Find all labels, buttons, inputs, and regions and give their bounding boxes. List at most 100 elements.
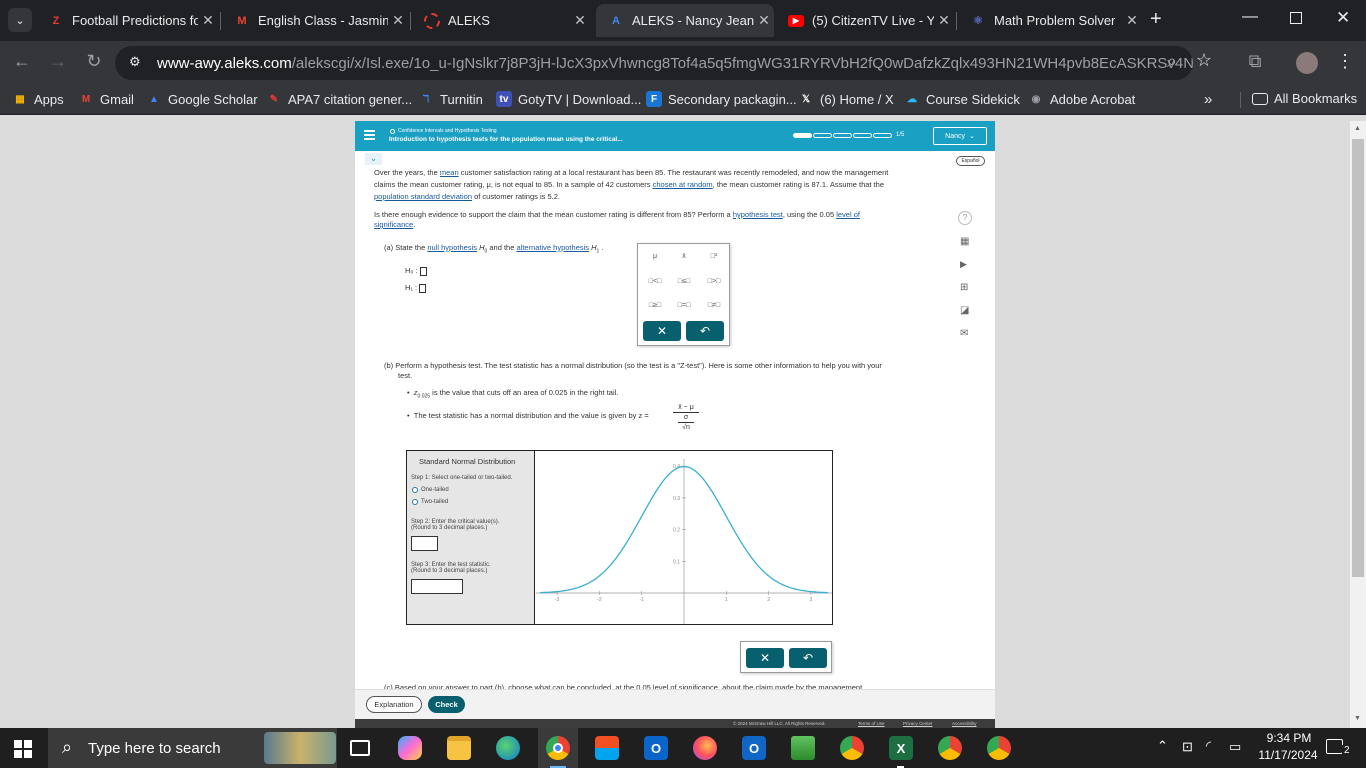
close-icon[interactable]: ✕: [198, 12, 218, 29]
firefox-icon[interactable]: [693, 736, 717, 760]
taskbar-search[interactable]: ⌕ Type here to search: [48, 728, 337, 768]
level-of-significance-link[interactable]: level of: [836, 210, 860, 219]
chrome-profile-3-icon[interactable]: [987, 736, 1011, 760]
scroll-down-icon[interactable]: ▼: [1354, 715, 1361, 722]
restore-button[interactable]: [1290, 12, 1302, 24]
bookmark-apa7[interactable]: ✎ APA7 citation gener...: [266, 91, 412, 107]
mu-button[interactable]: μ: [643, 248, 667, 264]
menu-icon[interactable]: ⋮: [1333, 51, 1357, 72]
bookmark-star-icon[interactable]: ☆: [1192, 50, 1216, 71]
scroll-up-icon[interactable]: ▲: [1354, 125, 1361, 132]
bookmark-course-sidekick[interactable]: ☁ Course Sidekick: [904, 91, 1020, 107]
critical-value-input[interactable]: [411, 536, 438, 551]
bookmark-google-scholar[interactable]: ▲ Google Scholar: [146, 91, 258, 107]
test-statistic-input[interactable]: [411, 579, 463, 594]
reload-icon[interactable]: ↻: [82, 51, 106, 72]
task-view-icon[interactable]: [350, 740, 370, 756]
collapse-header-button[interactable]: ⌄: [365, 153, 382, 165]
page-scrollbar[interactable]: ▲ ▼: [1350, 121, 1366, 728]
check-button[interactable]: Check: [428, 696, 465, 713]
radio-one-tailed[interactable]: [412, 487, 418, 493]
battery-icon[interactable]: ▭: [1229, 739, 1241, 755]
outlook-new-icon[interactable]: O: [742, 736, 766, 760]
graph-clear-button[interactable]: ✕: [746, 648, 784, 668]
one-tailed-option[interactable]: One-tailed: [412, 487, 449, 493]
all-bookmarks-button[interactable]: All Bookmarks: [1252, 91, 1357, 106]
forward-icon[interactable]: →: [46, 51, 70, 72]
radio-two-tailed[interactable]: [412, 499, 418, 505]
tab-aleks-nancy[interactable]: A ALEKS - Nancy Jean-C ✕: [596, 4, 774, 37]
bookmarks-overflow-button[interactable]: »: [1204, 91, 1212, 108]
less-equal-button[interactable]: □≤□: [672, 273, 696, 289]
tab-english-class[interactable]: M English Class - Jasmin ✕: [222, 4, 408, 37]
edge-icon[interactable]: [496, 736, 520, 760]
population-sd-link[interactable]: population standard deviation: [374, 192, 472, 201]
less-than-button[interactable]: □<□: [643, 273, 667, 289]
site-info-icon[interactable]: ⚙: [129, 54, 141, 70]
close-icon[interactable]: ✕: [754, 12, 774, 29]
mail-icon[interactable]: ✉: [960, 328, 968, 339]
terms-link[interactable]: Terms of Use: [858, 719, 885, 728]
tab-football[interactable]: Z Football Predictions fo ✕: [36, 4, 218, 37]
xbar-button[interactable]: x̄: [672, 248, 696, 264]
close-icon[interactable]: ✕: [570, 12, 590, 29]
green-app-icon[interactable]: [791, 736, 815, 760]
help-icon[interactable]: ?: [958, 211, 972, 225]
hypothesis-test-link[interactable]: hypothesis test: [733, 210, 783, 219]
mean-link[interactable]: mean: [440, 168, 459, 177]
not-equal-button[interactable]: □≠□: [702, 297, 726, 313]
clock-date[interactable]: 11/17/2024: [1250, 748, 1326, 762]
meet-icon[interactable]: ⊡: [1182, 739, 1193, 755]
palette-undo-button[interactable]: ↶: [686, 321, 724, 341]
greater-equal-button[interactable]: □≥□: [643, 297, 667, 313]
chrome-profile-2-icon[interactable]: [938, 736, 962, 760]
equal-button[interactable]: □=□: [672, 297, 696, 313]
tab-citizentv[interactable]: ▶ (5) CitizenTV Live - Yo ✕: [776, 4, 954, 37]
privacy-link[interactable]: Privacy Center: [903, 719, 933, 728]
calculator-icon[interactable]: ▦: [960, 236, 969, 247]
tab-aleks[interactable]: ALEKS ✕: [412, 4, 590, 37]
chart-icon[interactable]: ◪: [960, 305, 969, 316]
back-icon[interactable]: ←: [10, 51, 34, 72]
bookmark-secondary-packaging[interactable]: F Secondary packagin...: [646, 91, 797, 107]
tab-math-solver[interactable]: ⚛ Math Problem Solver ✕: [958, 4, 1142, 37]
superscript-button[interactable]: □²: [702, 248, 726, 264]
clock-time[interactable]: 9:34 PM: [1258, 731, 1320, 745]
table-icon[interactable]: ⊞: [960, 282, 968, 293]
minimize-button[interactable]: —: [1242, 8, 1258, 26]
h1-answer-box[interactable]: [419, 283, 427, 293]
bookmark-adobe-acrobat[interactable]: ◉ Adobe Acrobat: [1028, 91, 1136, 107]
accessibility-link[interactable]: Accessibility: [952, 719, 977, 728]
close-window-button[interactable]: ✕: [1336, 8, 1350, 28]
greater-than-button[interactable]: □>□: [702, 273, 726, 289]
chrome-profile-icon[interactable]: [840, 736, 864, 760]
level-of-significance-link-2[interactable]: significance: [374, 220, 413, 229]
close-icon[interactable]: ✕: [934, 12, 954, 29]
bookmark-apps[interactable]: ▦ Apps: [12, 91, 63, 107]
palette-clear-button[interactable]: ✕: [643, 321, 681, 341]
chosen-at-random-link[interactable]: chosen at random: [653, 180, 713, 189]
bookmark-x-home[interactable]: 𝕏 (6) Home / X: [798, 91, 894, 107]
scrollbar-thumb[interactable]: [1352, 139, 1364, 577]
outlook-icon[interactable]: O: [644, 736, 668, 760]
excel-icon[interactable]: X: [889, 736, 913, 760]
user-menu-button[interactable]: Nancy ⌄: [933, 127, 987, 145]
close-icon[interactable]: ✕: [388, 12, 408, 29]
normal-curve-plot[interactable]: -3 -2 -1 1 2 30.10.20.30.4: [536, 451, 832, 624]
windows-start-icon[interactable]: [14, 740, 32, 758]
tab-search-button[interactable]: ⌄: [8, 8, 32, 32]
notifications-icon[interactable]: [1326, 739, 1343, 754]
bookmark-gmail[interactable]: M Gmail: [78, 91, 134, 107]
video-icon[interactable]: ▶: [960, 259, 967, 270]
close-icon[interactable]: ✕: [1122, 12, 1142, 29]
tray-chevron-icon[interactable]: ⌃: [1157, 738, 1168, 754]
bookmark-gotytv[interactable]: tv GotyTV | Download...: [496, 91, 641, 107]
address-bar[interactable]: ⚙ www-awy.aleks.com/alekscgi/x/Isl.exe/1…: [115, 46, 1193, 80]
explanation-button[interactable]: Explanation: [366, 696, 422, 713]
copilot-icon[interactable]: [398, 736, 422, 760]
zoom-icon[interactable]: ⌕: [1160, 51, 1184, 72]
profile-avatar[interactable]: [1296, 52, 1318, 74]
hamburger-menu-icon[interactable]: [364, 130, 375, 140]
espanol-button[interactable]: Español: [956, 156, 985, 166]
chrome-icon[interactable]: [546, 736, 570, 760]
